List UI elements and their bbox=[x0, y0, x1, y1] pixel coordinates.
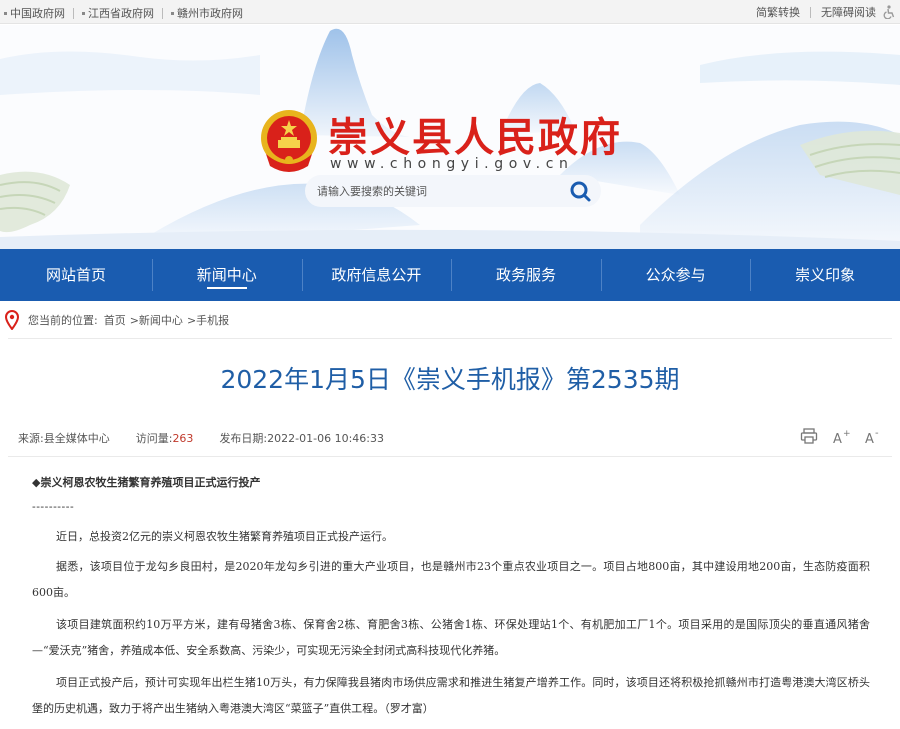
views-count: 263 bbox=[172, 432, 194, 445]
bullet-icon bbox=[171, 11, 174, 15]
top-utility-bar: 中国政府网 江西省政府网 赣州市政府网 简繁转换 无障碍阅读 bbox=[0, 0, 900, 24]
search-box bbox=[305, 175, 601, 207]
article-title: 2022年1月5日《崇义手机报》第2535期 bbox=[220, 365, 680, 394]
paragraph: 该项目建筑面积约10万平方米，建有母猪舍3栋、保育舍2栋、育肥舍3栋、公猪舍1栋… bbox=[32, 618, 870, 657]
search-input[interactable] bbox=[317, 182, 557, 200]
article-headline: ◆崇义柯恩农牧生猪繁育养殖项目正式运行投产 bbox=[32, 476, 261, 489]
paragraph: 项目正式投产后，预计可实现年出栏生猪10万头，有力保障我县猪肉市场供应需求和推进… bbox=[32, 676, 870, 715]
date-label: 发布日期: bbox=[219, 432, 268, 445]
breadcrumb: 您当前的位置: 首页 >新闻中心 >手机报 bbox=[0, 306, 900, 334]
link-china-gov[interactable]: 中国政府网 bbox=[10, 5, 65, 21]
svg-text:A: A bbox=[833, 432, 842, 444]
main-nav: 网站首页 新闻中心 政府信息公开 政务服务 公众参与 崇义印象 bbox=[0, 249, 900, 301]
nav-home[interactable]: 网站首页 bbox=[0, 249, 152, 301]
location-pin-icon bbox=[4, 310, 20, 330]
nav-public-participation[interactable]: 公众参与 bbox=[600, 249, 751, 301]
meta-views: 访问量:263 bbox=[136, 430, 194, 446]
font-decrease-icon[interactable]: A - bbox=[864, 428, 882, 444]
divider bbox=[8, 456, 892, 457]
nav-services[interactable]: 政务服务 bbox=[451, 249, 601, 301]
svg-text:+: + bbox=[843, 429, 850, 439]
meta-source: 来源:县全媒体中心 bbox=[18, 430, 110, 446]
national-emblem-icon bbox=[261, 110, 317, 172]
article-meta: 来源:县全媒体中心 访问量:263 发布日期:2022-01-06 10:46:… bbox=[18, 430, 410, 446]
header-banner: 崇义县人民政府 www.chongyi.gov.cn bbox=[0, 25, 900, 249]
link-ganzhou-gov[interactable]: 赣州市政府网 bbox=[177, 5, 243, 21]
breadcrumb-news-center[interactable]: >新闻中心 bbox=[130, 312, 183, 328]
separator bbox=[73, 7, 74, 19]
accessibility-reading-link[interactable]: 无障碍阅读 bbox=[821, 4, 876, 20]
link-jiangxi-gov[interactable]: 江西省政府网 bbox=[88, 5, 154, 21]
bullet-icon bbox=[82, 11, 85, 15]
simplified-traditional-toggle[interactable]: 简繁转换 bbox=[756, 4, 800, 20]
site-url: www.chongyi.gov.cn bbox=[330, 156, 574, 172]
svg-text:A: A bbox=[865, 432, 874, 444]
font-increase-icon[interactable]: A + bbox=[832, 428, 850, 444]
source-label: 来源: bbox=[18, 432, 44, 445]
source-value: 县全媒体中心 bbox=[43, 432, 110, 445]
nav-gov-info[interactable]: 政府信息公开 bbox=[301, 249, 452, 301]
paragraph: 近日，总投资2亿元的崇义柯恩农牧生猪繁育养殖项目正式投产运行。 bbox=[56, 530, 393, 543]
breadcrumb-label: 您当前的位置: bbox=[28, 314, 98, 327]
divider bbox=[8, 338, 892, 339]
views-label: 访问量: bbox=[135, 432, 173, 445]
site-title: 崇义县人民政府 bbox=[328, 114, 622, 161]
date-value: 2022-01-06 10:46:33 bbox=[267, 432, 384, 445]
separator bbox=[810, 6, 811, 18]
separator-dashes: ---------- bbox=[32, 500, 75, 513]
separator bbox=[162, 7, 163, 19]
paragraph: 据悉，该项目位于龙勾乡良田村，是2020年龙勾乡引进的重大产业项目，也是赣州市2… bbox=[32, 560, 870, 599]
article-tools: A + A - bbox=[786, 428, 882, 444]
nav-chongyi-impression[interactable]: 崇义印象 bbox=[750, 249, 900, 301]
breadcrumb-mobile-news[interactable]: >手机报 bbox=[187, 312, 229, 328]
breadcrumb-home[interactable]: 首页 bbox=[104, 312, 126, 328]
meta-date: 发布日期:2022-01-06 10:46:33 bbox=[219, 430, 384, 446]
accessibility-icon[interactable] bbox=[882, 5, 896, 19]
nav-news-center[interactable]: 新闻中心 bbox=[152, 249, 302, 301]
svg-text:-: - bbox=[875, 428, 879, 439]
gov-links: 中国政府网 江西省政府网 赣州市政府网 bbox=[4, 5, 243, 21]
utility-links: 简繁转换 无障碍阅读 bbox=[756, 4, 896, 20]
print-icon[interactable] bbox=[800, 428, 818, 444]
article-body: ◆崇义柯恩农牧生猪繁育养殖项目正式运行投产 ---------- 近日，总投资2… bbox=[0, 462, 900, 729]
search-icon[interactable] bbox=[566, 178, 594, 204]
bullet-icon bbox=[4, 11, 7, 15]
